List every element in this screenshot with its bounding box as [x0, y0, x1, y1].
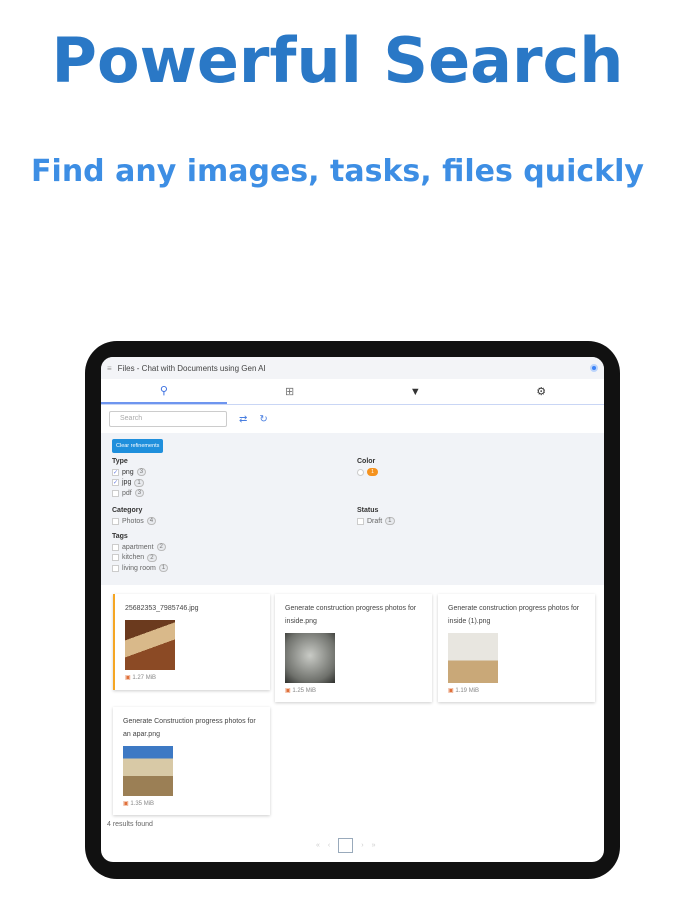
file-card[interactable]: Generate construction progress photos fo…: [438, 594, 595, 702]
option-label: Photos: [122, 517, 144, 525]
checkbox[interactable]: [112, 489, 119, 497]
current-page-button[interactable]: [338, 838, 354, 853]
image-icon: ▣: [448, 688, 454, 694]
menu-icon[interactable]: ≡: [107, 364, 112, 373]
search-icon: ⚲: [159, 385, 168, 397]
file-size: ▣ 1.35 MiB: [123, 798, 260, 811]
file-name: 25682353_7985746.jpg: [125, 605, 199, 612]
option-label: living room: [122, 564, 156, 572]
color-filter: Color 1: [357, 458, 378, 478]
count-badge: 3: [134, 489, 145, 498]
file-card[interactable]: Generate construction progress photos fo…: [275, 594, 432, 702]
gear-icon: ⚙: [536, 386, 547, 398]
refresh-icon[interactable]: ↻: [259, 414, 267, 425]
pagination: « ‹ › »: [316, 838, 376, 853]
tags-label: Tags: [112, 533, 128, 540]
toolbar: Search ⇄ ↻: [101, 405, 604, 433]
file-size: ▣ 1.19 MiB: [448, 685, 585, 698]
count-badge: 3: [136, 468, 147, 477]
count-badge: 1: [158, 564, 169, 573]
count-badge: 1: [134, 478, 144, 487]
category-option[interactable]: Photos 4: [112, 516, 157, 527]
size-text: 1.25 MiB: [292, 688, 317, 694]
radio[interactable]: [357, 468, 364, 476]
category-label: Category: [112, 507, 143, 514]
type-option-pdf[interactable]: pdf 3: [112, 488, 146, 499]
tab-bar: ⚲ ⊞ ▼ ⚙: [101, 379, 604, 405]
app-screen: ≡ Files - Chat with Documents using Gen …: [101, 357, 604, 862]
prev-page-button[interactable]: ‹: [328, 842, 330, 849]
option-label: kitchen: [122, 554, 145, 562]
size-text: 1.27 MiB: [132, 675, 157, 681]
type-filter: Type ✓ png 3 ✓ jpg 1 pdf 3: [112, 458, 147, 499]
category-filter: Category Photos 4: [112, 507, 157, 527]
file-size: ▣ 1.25 MiB: [285, 685, 422, 698]
tag-option[interactable]: living room 1: [112, 563, 169, 574]
size-text: 1.19 MiB: [455, 688, 480, 694]
file-thumbnail: [125, 620, 175, 670]
last-page-button[interactable]: »: [372, 842, 376, 849]
status-label: Status: [357, 507, 379, 514]
app-title: Files - Chat with Documents using Gen AI: [117, 363, 266, 373]
checkbox[interactable]: [112, 517, 119, 525]
headline: Powerful Search: [51, 24, 624, 97]
tab-grid[interactable]: ⊞: [227, 379, 353, 404]
option-label: Draft: [367, 517, 383, 525]
tablet-frame: ≡ Files - Chat with Documents using Gen …: [85, 341, 620, 879]
image-icon: ▣: [125, 675, 131, 681]
file-size: ▣ 1.27 MiB: [125, 672, 260, 685]
tab-filter[interactable]: ▼: [353, 379, 479, 404]
type-option-jpg[interactable]: ✓ jpg 1: [112, 478, 146, 489]
tag-option[interactable]: kitchen 2: [112, 553, 168, 564]
checkbox[interactable]: ✓: [112, 468, 119, 476]
file-name: Generate Construction progress photos fo…: [123, 718, 256, 738]
file-name: Generate construction progress photos fo…: [285, 605, 417, 625]
tab-settings[interactable]: ⚙: [478, 379, 604, 404]
option-label: apartment: [122, 543, 154, 551]
color-option[interactable]: 1: [357, 467, 378, 478]
image-icon: ▣: [285, 688, 291, 694]
file-card[interactable]: 25682353_7985746.jpg ▣ 1.27 MiB: [113, 594, 270, 690]
title-bar: ≡ Files - Chat with Documents using Gen …: [101, 357, 604, 379]
file-name: Generate construction progress photos fo…: [448, 605, 580, 625]
type-option-png[interactable]: ✓ png 3: [112, 467, 147, 478]
file-thumbnail: [285, 633, 335, 683]
count-badge: 1: [385, 517, 395, 526]
search-input[interactable]: Search: [109, 411, 227, 427]
option-label: pdf: [122, 489, 132, 497]
option-label: png: [122, 468, 134, 476]
option-label: jpg: [122, 479, 132, 487]
checkbox[interactable]: [357, 517, 364, 525]
type-label: Type: [112, 458, 128, 465]
status-filter: Status Draft 1: [357, 507, 395, 527]
tab-search[interactable]: ⚲: [101, 379, 227, 404]
results-count: 4 results found: [107, 821, 153, 828]
first-page-button[interactable]: «: [316, 842, 320, 849]
checkbox[interactable]: [112, 554, 119, 562]
filter-icon: ▼: [409, 385, 421, 398]
grid-icon: ⊞: [285, 386, 295, 398]
image-icon: ▣: [123, 801, 129, 807]
sliders-icon[interactable]: ⇄: [239, 414, 247, 425]
status-dot-icon[interactable]: [590, 364, 598, 372]
color-label: Color: [357, 458, 376, 465]
count-badge: 2: [147, 553, 157, 562]
file-card[interactable]: Generate Construction progress photos fo…: [113, 707, 270, 815]
next-page-button[interactable]: ›: [361, 842, 363, 849]
checkbox[interactable]: [112, 543, 119, 551]
checkbox[interactable]: [112, 564, 119, 572]
tag-option[interactable]: apartment 2: [112, 542, 168, 553]
file-thumbnail: [123, 746, 173, 796]
checkbox[interactable]: ✓: [112, 479, 119, 487]
tags-filter: Tags apartment 2 kitchen 2 living room 1: [112, 533, 169, 574]
status-option[interactable]: Draft 1: [357, 516, 395, 527]
size-text: 1.35 MiB: [130, 801, 155, 807]
file-thumbnail: [448, 633, 498, 683]
count-badge: 4: [146, 517, 157, 526]
subheadline: Find any images, tasks, files quickly: [31, 154, 644, 189]
count-badge: 2: [156, 543, 166, 552]
filter-panel: Clear refinements Type ✓ png 3 ✓ jpg 1 pdf 3 …: [101, 433, 604, 585]
clear-refinements-button[interactable]: Clear refinements: [112, 439, 164, 453]
color-swatch[interactable]: 1: [367, 468, 378, 477]
